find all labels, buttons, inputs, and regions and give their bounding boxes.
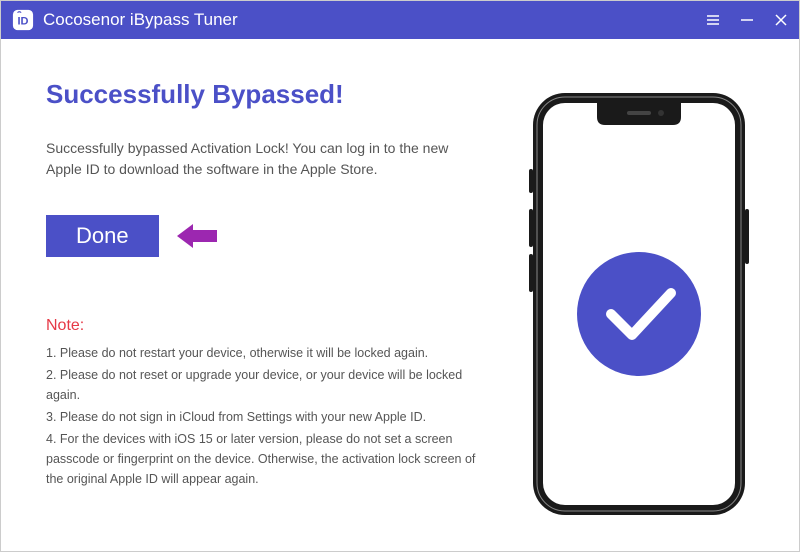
done-button[interactable]: Done	[46, 215, 159, 257]
titlebar: ID Cocosenor iBypass Tuner	[1, 1, 799, 39]
close-icon[interactable]	[773, 12, 789, 28]
left-panel: Successfully Bypassed! Successfully bypa…	[46, 79, 509, 521]
window-controls	[705, 12, 789, 28]
arrow-left-icon	[177, 222, 217, 250]
note-item: 1. Please do not restart your device, ot…	[46, 343, 476, 363]
note-heading: Note:	[46, 317, 489, 335]
svg-text:ID: ID	[18, 16, 29, 28]
success-message: Successfully bypassed Activation Lock! Y…	[46, 138, 456, 180]
menu-icon[interactable]	[705, 12, 721, 28]
phone-illustration	[529, 89, 749, 519]
right-panel	[509, 79, 769, 521]
minimize-icon[interactable]	[739, 12, 755, 28]
done-row: Done	[46, 215, 489, 257]
note-item: 4. For the devices with iOS 15 or later …	[46, 429, 476, 489]
page-title: Successfully Bypassed!	[46, 79, 489, 110]
notes-list: 1. Please do not restart your device, ot…	[46, 343, 476, 489]
app-logo-icon: ID	[11, 8, 35, 32]
app-window: ID Cocosenor iBypass Tuner	[0, 0, 800, 552]
main-content: Successfully Bypassed! Successfully bypa…	[1, 39, 799, 551]
app-title: Cocosenor iBypass Tuner	[43, 10, 705, 30]
note-item: 2. Please do not reset or upgrade your d…	[46, 365, 476, 405]
note-item: 3. Please do not sign in iCloud from Set…	[46, 407, 476, 427]
